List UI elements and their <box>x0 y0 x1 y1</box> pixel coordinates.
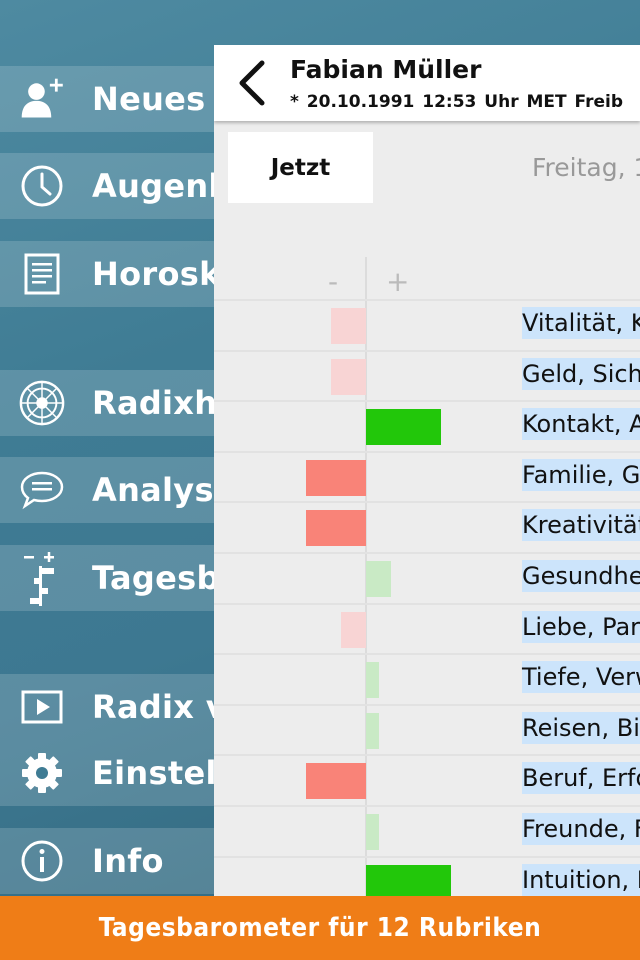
category-label: Beruf, Erfo <box>522 762 640 795</box>
category-label: Kreativität <box>522 509 640 542</box>
negative-bar <box>306 459 366 496</box>
positive-bar <box>366 662 379 699</box>
footer-banner: Tagesbarometer für 12 Rubriken <box>0 896 640 960</box>
negative-bar <box>331 308 366 344</box>
barometer-row[interactable]: Beruf, Erfo <box>214 754 640 806</box>
category-label-text: Gesundhe <box>522 560 640 592</box>
play-video-icon <box>18 683 66 731</box>
menu-item-label: Info <box>92 842 164 880</box>
category-label: Geld, Siche <box>522 357 640 390</box>
birth-details: * 20.10.1991 12:53 Uhr MET Freib <box>290 92 623 112</box>
barometer-row[interactable]: Gesundhe <box>214 552 640 604</box>
barometer-row[interactable]: Kontakt, A <box>214 400 640 452</box>
menu-item-analysis[interactable]: Analyse <box>0 457 214 523</box>
gear-icon <box>18 749 66 797</box>
barometer-row[interactable]: Geld, Siche <box>214 349 640 402</box>
menu-item-label: Tagesba <box>92 559 214 597</box>
minus-label: - <box>328 265 339 298</box>
negative-bar <box>306 510 366 547</box>
now-button[interactable]: Jetzt <box>228 132 373 203</box>
category-label-text: Beruf, Erfo <box>522 762 640 795</box>
menu-item-label: Radixho <box>92 384 214 422</box>
menu-item-radix-horoscope[interactable]: Radixho <box>0 370 214 436</box>
positive-bar <box>366 814 379 850</box>
category-label-text: Tiefe, Verw <box>522 661 640 694</box>
barometer-row[interactable]: Freunde, F <box>214 805 640 857</box>
category-label-text: Liebe, Part <box>522 610 640 643</box>
category-label: Freunde, F <box>522 813 640 845</box>
menu-item-horoscopes[interactable]: Horosko <box>0 241 214 307</box>
barometer-row[interactable]: Kreativität <box>214 501 640 553</box>
clock-icon <box>18 162 66 210</box>
menu-item-label: Einstellu <box>92 754 214 792</box>
info-icon <box>18 837 66 885</box>
side-menu: Neues H Augenb Horosko <box>0 0 214 896</box>
category-label-text: Reisen, Bil <box>522 711 640 744</box>
barometer-row[interactable]: Tiefe, Verw <box>214 653 640 705</box>
category-label: Tiefe, Verw <box>522 661 640 694</box>
menu-item-new-horoscope[interactable]: Neues H <box>0 66 214 132</box>
menu-item-settings[interactable]: Einstellu <box>0 740 214 806</box>
add-person-icon <box>18 75 66 123</box>
plus-label: + <box>386 265 410 298</box>
negative-bar <box>341 611 366 648</box>
category-label: Kontakt, A <box>522 408 640 441</box>
menu-item-info[interactable]: Info <box>0 828 214 894</box>
category-label-text: Vitalität, K <box>522 307 640 339</box>
category-label: Reisen, Bil <box>522 711 640 744</box>
category-label: Vitalität, K <box>522 307 640 339</box>
barometer-row[interactable]: Vitalität, K <box>214 299 640 351</box>
document-icon <box>18 250 66 298</box>
zodiac-wheel-icon <box>18 379 66 427</box>
date-selector[interactable]: Freitag, 1. <box>532 153 640 182</box>
negative-bar <box>306 763 366 800</box>
positive-bar <box>366 712 379 749</box>
back-arrow-icon[interactable] <box>234 59 270 107</box>
category-label-text: Kreativität <box>522 509 640 542</box>
menu-item-label: Neues H <box>92 80 214 118</box>
menu-item-label: Augenb <box>92 167 214 205</box>
positive-bar <box>366 409 441 446</box>
category-label: Familie, Ge <box>522 458 640 491</box>
category-label-text: Familie, Ge <box>522 458 640 491</box>
menu-item-radix-video[interactable]: Radix ve <box>0 674 214 740</box>
barometer-panel: Fabian Müller * 20.10.1991 12:53 Uhr MET… <box>214 45 640 896</box>
category-label-text: Kontakt, A <box>522 408 640 441</box>
barometer-row[interactable]: Familie, Ge <box>214 450 640 503</box>
category-label: Intuition, F <box>522 863 640 896</box>
menu-item-label: Radix ve <box>92 688 214 726</box>
menu-item-daily-barometer[interactable]: Tagesba <box>0 545 214 611</box>
person-name: Fabian Müller <box>290 55 482 84</box>
person-header: Fabian Müller * 20.10.1991 12:53 Uhr MET… <box>214 45 640 121</box>
positive-bar <box>366 864 451 896</box>
menu-item-label: Horosko <box>92 255 214 293</box>
barometer-icon <box>18 552 66 606</box>
menu-item-label: Analyse <box>92 471 214 509</box>
speech-bubble-icon <box>18 466 66 514</box>
barometer-row[interactable]: Liebe, Part <box>214 602 640 655</box>
footer-caption: Tagesbarometer für 12 Rubriken <box>98 913 542 943</box>
barometer-row[interactable]: Reisen, Bil <box>214 703 640 756</box>
category-label-text: Geld, Siche <box>522 357 640 390</box>
category-label: Liebe, Part <box>522 610 640 643</box>
positive-bar <box>366 561 391 597</box>
negative-bar <box>331 358 366 395</box>
category-label-text: Freunde, F <box>522 813 640 845</box>
category-label: Gesundhe <box>522 560 640 592</box>
menu-item-moment[interactable]: Augenb <box>0 153 214 219</box>
category-label-text: Intuition, F <box>522 863 640 896</box>
barometer-row[interactable]: Intuition, F <box>214 855 640 896</box>
